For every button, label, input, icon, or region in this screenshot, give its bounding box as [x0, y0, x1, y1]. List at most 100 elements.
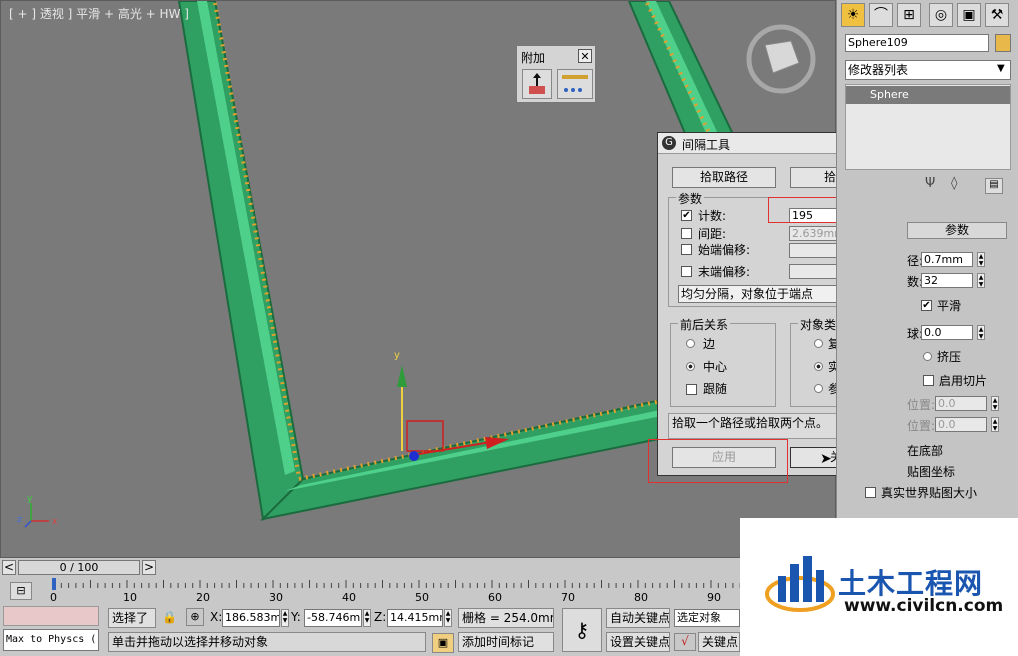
configure-sets-icon[interactable]: ▤: [985, 178, 1003, 194]
object-name-field[interactable]: Sphere109: [845, 34, 989, 52]
slice-from-label: 位置:: [907, 398, 936, 412]
auto-key-button[interactable]: 自动关键点: [606, 608, 670, 628]
time-prev-button[interactable]: <: [2, 560, 16, 575]
set-key-button[interactable]: 设置关键点: [606, 632, 670, 652]
display-tab-icon[interactable]: ▣: [957, 3, 981, 27]
radius-input[interactable]: 0.7mm: [921, 252, 973, 267]
close-icon[interactable]: ✕: [578, 49, 592, 63]
real-world-checkbox[interactable]: [865, 487, 876, 498]
frame-ruler[interactable]: 0 10 20 30 40 50 60 70 80 90: [0, 578, 740, 604]
pin-stack-icon[interactable]: Ψ: [925, 176, 935, 191]
end-offset-checkbox[interactable]: [681, 266, 692, 277]
hemisphere-spinner[interactable]: ▲ ▼: [977, 325, 985, 340]
spacing-label: 间距:: [698, 227, 727, 241]
radius-spinner[interactable]: ▲ ▼: [977, 252, 985, 267]
gizmo-plane: [406, 420, 444, 452]
squash-label: 挤压: [937, 350, 962, 364]
ruler-tick-label: 80: [634, 591, 648, 604]
spacing-icon: [562, 75, 588, 92]
count-label: 计数:: [698, 209, 727, 223]
type-copy-radio[interactable]: [814, 339, 823, 348]
hemisphere-input[interactable]: 0.0: [921, 325, 973, 340]
status-bar: Max to Physcs ( 选择了 🔒 ⊕ X: 186.583mm ▲▼ …: [0, 604, 740, 656]
show-end-result-icon[interactable]: ◊: [951, 176, 957, 191]
viewcube-cube: [764, 40, 800, 74]
stack-item-sphere[interactable]: Sphere: [846, 86, 1010, 104]
x-coordinate-input[interactable]: 186.583mm: [222, 609, 280, 627]
context-edges-radio[interactable]: [686, 339, 695, 348]
utilities-tab-icon[interactable]: ⚒: [985, 3, 1009, 27]
app-logo-icon: G: [662, 136, 676, 150]
tool-spacing-button[interactable]: [557, 69, 593, 99]
count-checkbox[interactable]: ✔: [681, 210, 692, 221]
add-time-tag-button[interactable]: 添加时间标记: [458, 632, 554, 652]
slice-to-label: 位置:: [907, 419, 936, 433]
parameters-rollout[interactable]: 参数: [907, 222, 1007, 239]
start-offset-label: 始端偏移:: [698, 243, 751, 257]
gizmo-center: [409, 451, 419, 461]
time-slider-thumb[interactable]: 0 / 100: [18, 560, 140, 575]
absolute-mode-icon[interactable]: ⊕: [186, 608, 204, 626]
z-spinner[interactable]: ▲ ▼: [444, 609, 452, 627]
time-tag-icon[interactable]: ▣: [432, 633, 454, 653]
type-instance-radio[interactable]: [814, 362, 823, 371]
enable-slice-checkbox[interactable]: [923, 375, 934, 386]
context-centers-label: 中心: [703, 360, 728, 374]
highlight-box-apply: [648, 439, 788, 483]
ruler-tick-label: 60: [488, 591, 502, 604]
slice-to-spinner[interactable]: ▲ ▼: [991, 417, 999, 432]
motion-tab-icon[interactable]: ◎: [929, 3, 953, 27]
key-icon[interactable]: ⚷: [562, 608, 602, 652]
enable-slice-label: 启用切片: [939, 374, 988, 388]
smooth-checkbox[interactable]: ✔: [921, 300, 932, 311]
tripod-z-label: z: [17, 515, 22, 525]
modify-tab-icon[interactable]: ⌒: [869, 3, 893, 27]
slice-from-spinner[interactable]: ▲ ▼: [991, 396, 999, 411]
prompt-line: 单击并拖动以选择并移动对象: [108, 632, 426, 652]
squash-radio[interactable]: [923, 352, 932, 361]
gen-mapping-label: 贴图坐标: [907, 465, 956, 479]
current-frame-marker: [52, 578, 56, 590]
x-spinner[interactable]: ▲ ▼: [281, 609, 289, 627]
start-offset-checkbox[interactable]: [681, 244, 692, 255]
chevron-down-icon[interactable]: ▼: [997, 63, 1005, 74]
ruler-tick-label: 20: [196, 591, 210, 604]
type-reference-radio[interactable]: [814, 384, 823, 393]
maxscript-mini-listener[interactable]: Max to Physcs (: [3, 629, 99, 651]
create-tab-icon[interactable]: ☀: [841, 3, 865, 27]
z-coordinate-input[interactable]: 14.415mm: [387, 609, 443, 627]
slice-to-input[interactable]: 0.0: [935, 417, 987, 432]
modifier-list-dropdown[interactable]: 修改器列表: [845, 60, 1011, 80]
key-target-dropdown[interactable]: 选定对象: [674, 609, 740, 627]
follow-checkbox[interactable]: [686, 384, 697, 395]
selection-count: 选择了: [108, 608, 156, 628]
tool-attach-button[interactable]: [522, 69, 552, 99]
hierarchy-tab-icon[interactable]: ⊞: [897, 3, 921, 27]
track-bar[interactable]: ⊟ 0 10 20 30 40 50 60 70 80 90: [0, 578, 740, 604]
watermark-url: www.civilcn.com: [844, 596, 1004, 616]
segments-input[interactable]: 32: [921, 273, 973, 288]
context-centers-radio[interactable]: [686, 362, 695, 371]
slice-from-input[interactable]: 0.0: [935, 396, 987, 411]
spacing-checkbox[interactable]: [681, 228, 692, 239]
pick-path-button[interactable]: 拾取路径: [672, 167, 776, 188]
z-label: Z:: [374, 610, 387, 624]
cursor-icon: ➤: [820, 451, 832, 467]
maxscript-listener-pink[interactable]: [3, 606, 99, 626]
time-next-button[interactable]: >: [142, 560, 156, 575]
params-group-title: 参数: [676, 190, 705, 207]
object-color-swatch[interactable]: [995, 34, 1011, 52]
y-spinner[interactable]: ▲ ▼: [363, 609, 371, 627]
civilcn-logo-icon: [765, 556, 835, 612]
ruler-tick-label: 10: [123, 591, 137, 604]
tripod-y-label: y: [27, 494, 33, 504]
follow-label: 跟随: [703, 382, 728, 396]
y-coordinate-input[interactable]: -58.746mm: [304, 609, 362, 627]
viewport-label[interactable]: [ + ] 透视 ] 平滑 + 高光 + HW ]: [9, 5, 189, 22]
key-mode-icon[interactable]: √: [674, 633, 696, 651]
command-panel: ☀ ⌒ ⊞ ◎ ▣ ⚒ Sphere109 修改器列表 ▼ Sphere Ψ ◊…: [836, 0, 1018, 520]
key-filters-button[interactable]: 关键点: [698, 632, 740, 652]
lock-icon[interactable]: 🔒: [162, 610, 177, 624]
attach-floater: 附加 ✕: [516, 45, 596, 103]
segments-spinner[interactable]: ▲ ▼: [977, 273, 985, 288]
